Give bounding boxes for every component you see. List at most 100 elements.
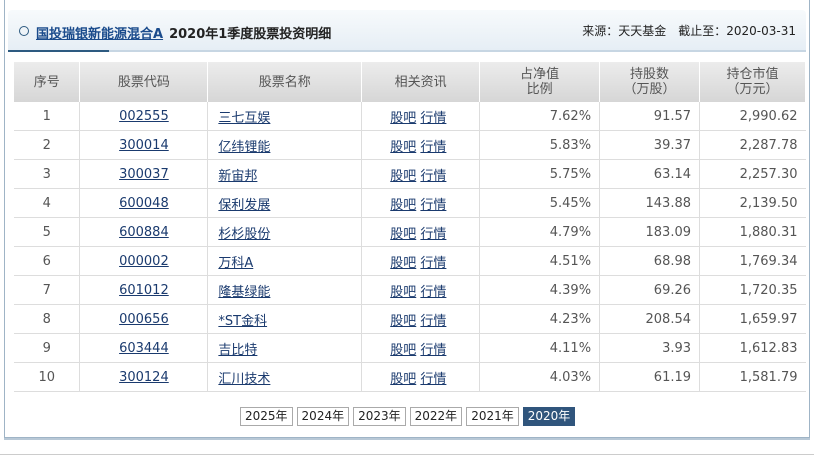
column-header: 持仓市值 （万元） [699, 62, 806, 102]
stock-code-link[interactable]: 601012 [119, 283, 169, 298]
quote-link[interactable]: 行情 [420, 343, 446, 358]
title-text: 2020年1季度股票投资明细 [169, 27, 332, 42]
quote-link[interactable]: 行情 [420, 198, 446, 213]
stock-code-link[interactable]: 300014 [119, 138, 169, 153]
stock-name-link[interactable]: 杉杉股份 [218, 227, 270, 242]
table-row: 4 600048 保利发展 股吧 行情 5.45% 143.88 2,139.5… [14, 188, 806, 218]
stock-code-link[interactable]: 603444 [119, 341, 169, 356]
circle-bullet-icon [19, 26, 29, 36]
table-row: 9 603444 吉比特 股吧 行情 4.11% 3.93 1,612.83 [14, 333, 806, 363]
year-tab[interactable]: 2024年 [296, 407, 350, 426]
guba-link[interactable]: 股吧 [390, 140, 416, 155]
stock-name-link[interactable]: 汇川技术 [218, 372, 270, 387]
shares-held: 91.57 [599, 102, 701, 131]
row-number: 8 [14, 304, 81, 334]
stock-name-link[interactable]: 吉比特 [218, 343, 257, 358]
stock-name-cell: 吉比特 [207, 333, 363, 363]
stock-code-cell: 600048 [79, 188, 209, 218]
column-header: 相关资讯 [361, 62, 481, 102]
net-value-pct: 4.79% [479, 217, 601, 247]
column-header: 持股数 （万股） [599, 62, 701, 102]
guba-link[interactable]: 股吧 [390, 227, 416, 242]
column-header: 序号 [14, 62, 81, 102]
market-value: 1,720.35 [699, 275, 806, 305]
related-links-cell: 股吧 行情 [361, 275, 481, 305]
stock-name-link[interactable]: *ST金科 [218, 314, 267, 329]
source-label: 来源：天天基金 [582, 24, 667, 38]
guba-link[interactable]: 股吧 [390, 343, 416, 358]
row-number: 5 [14, 217, 81, 247]
stock-code-link[interactable]: 300124 [119, 370, 169, 385]
market-value: 2,990.62 [699, 102, 806, 131]
stock-name-cell: 杉杉股份 [207, 217, 363, 247]
stock-code-link[interactable]: 600048 [119, 196, 169, 211]
row-number: 1 [14, 102, 81, 131]
quote-link[interactable]: 行情 [420, 256, 446, 271]
year-tab[interactable]: 2023年 [353, 407, 406, 426]
net-value-pct: 4.03% [479, 362, 601, 392]
table-row: 2 300014 亿纬锂能 股吧 行情 5.83% 39.37 2,287.78 [14, 130, 806, 160]
fund-name-link[interactable]: 国投瑞银新能源混合A [36, 27, 163, 42]
table-row: 3 300037 新宙邦 股吧 行情 5.75% 63.14 2,257.30 [14, 159, 806, 189]
related-links-cell: 股吧 行情 [361, 304, 481, 334]
stock-code-link[interactable]: 000002 [119, 254, 169, 269]
net-value-pct: 7.62% [479, 102, 601, 131]
year-tab[interactable]: 2025年 [240, 407, 293, 426]
year-tab[interactable]: 2020年 [522, 407, 576, 426]
row-number: 9 [14, 333, 81, 363]
related-links-cell: 股吧 行情 [361, 159, 481, 189]
net-value-pct: 5.45% [479, 188, 601, 218]
quote-link[interactable]: 行情 [420, 314, 446, 329]
panel-title: 国投瑞银新能源混合A 2020年1季度股票投资明细 [36, 23, 331, 42]
stock-name-link[interactable]: 隆基绿能 [218, 285, 270, 300]
quote-link[interactable]: 行情 [420, 111, 446, 126]
quote-link[interactable]: 行情 [420, 169, 446, 184]
table-row: 7 601012 隆基绿能 股吧 行情 4.39% 69.26 1,720.35 [14, 275, 806, 305]
guba-link[interactable]: 股吧 [390, 256, 416, 271]
quote-link[interactable]: 行情 [420, 285, 446, 300]
guba-link[interactable]: 股吧 [390, 372, 416, 387]
quote-link[interactable]: 行情 [420, 140, 446, 155]
table-row: 10 300124 汇川技术 股吧 行情 4.03% 61.19 1,581.7… [14, 362, 806, 392]
related-links-cell: 股吧 行情 [361, 188, 481, 218]
market-value: 2,287.78 [699, 130, 806, 160]
related-links-cell: 股吧 行情 [361, 333, 481, 363]
header-accent-bar [8, 50, 109, 52]
stock-name-link[interactable]: 新宙邦 [218, 169, 257, 184]
quote-link[interactable]: 行情 [420, 372, 446, 387]
stock-name-link[interactable]: 万科A [218, 256, 253, 271]
market-value: 2,257.30 [699, 159, 806, 189]
year-tab[interactable]: 2021年 [466, 407, 519, 426]
stock-name-cell: 三七互娱 [207, 102, 363, 131]
related-links-cell: 股吧 行情 [361, 102, 481, 131]
quote-link[interactable]: 行情 [420, 227, 446, 242]
stock-code-link[interactable]: 300037 [119, 167, 169, 182]
stock-code-cell: 300124 [79, 362, 209, 392]
guba-link[interactable]: 股吧 [390, 198, 416, 213]
market-value: 1,659.97 [699, 304, 806, 334]
stock-code-cell: 601012 [79, 275, 209, 305]
stock-name-link[interactable]: 亿纬锂能 [218, 140, 270, 155]
stock-name-cell: *ST金科 [207, 304, 363, 334]
year-tab[interactable]: 2022年 [409, 407, 463, 426]
stock-name-cell: 万科A [207, 246, 363, 276]
guba-link[interactable]: 股吧 [390, 314, 416, 329]
stock-code-cell: 000656 [79, 304, 209, 334]
net-value-pct: 5.75% [479, 159, 601, 189]
stock-name-link[interactable]: 保利发展 [218, 198, 270, 213]
stock-code-cell: 000002 [79, 246, 209, 276]
guba-link[interactable]: 股吧 [390, 111, 416, 126]
shares-held: 183.09 [599, 217, 701, 247]
stock-name-cell: 汇川技术 [207, 362, 363, 392]
table-row: 5 600884 杉杉股份 股吧 行情 4.79% 183.09 1,880.3… [14, 217, 806, 247]
guba-link[interactable]: 股吧 [390, 285, 416, 300]
stock-code-link[interactable]: 000656 [119, 312, 169, 327]
net-value-pct: 5.83% [479, 130, 601, 160]
stock-code-link[interactable]: 600884 [119, 225, 169, 240]
related-links-cell: 股吧 行情 [361, 246, 481, 276]
panel-header: 国投瑞银新能源混合A 2020年1季度股票投资明细 来源：天天基金 截止至：2020… [8, 10, 806, 52]
guba-link[interactable]: 股吧 [390, 169, 416, 184]
stock-code-link[interactable]: 002555 [119, 109, 169, 124]
stock-name-link[interactable]: 三七互娱 [218, 111, 270, 126]
market-value: 1,612.83 [699, 333, 806, 363]
